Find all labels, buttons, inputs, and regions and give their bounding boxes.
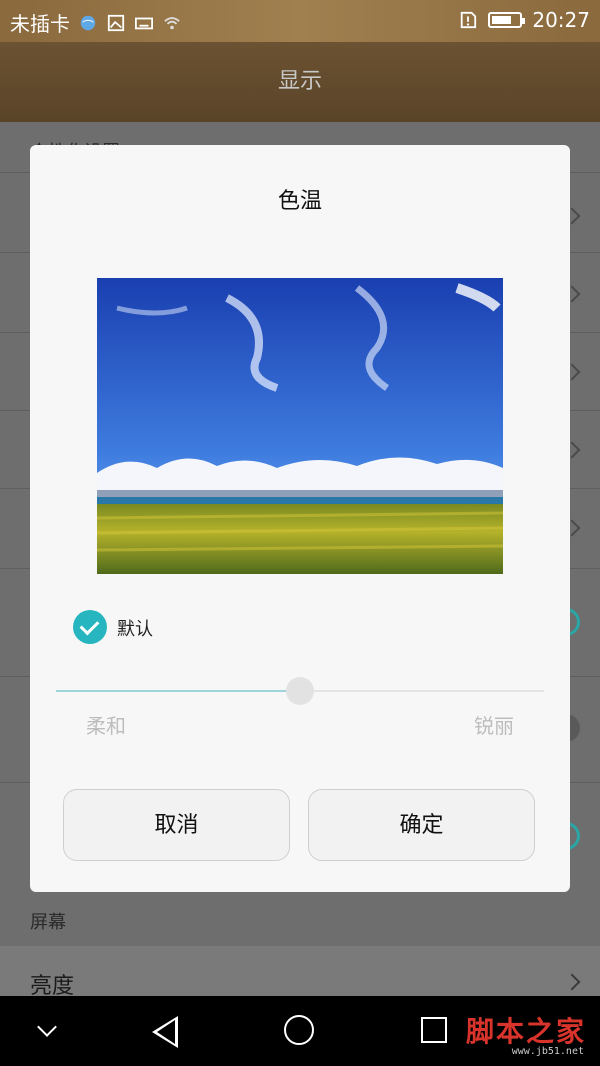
image-icon [107, 14, 125, 31]
slider-thumb[interactable] [286, 677, 314, 705]
color-temperature-dialog: 色温 默认 柔和 锐丽 取消 确定 [30, 145, 570, 892]
cancel-button[interactable]: 取消 [63, 789, 290, 861]
sim-alert-icon [461, 11, 477, 29]
clock: 20:27 [532, 8, 590, 32]
brightness-row[interactable]: 亮度 [0, 946, 600, 999]
default-label: 默认 [117, 619, 153, 640]
globe-icon [80, 15, 96, 30]
soft-label: 柔和 [86, 714, 126, 738]
carrier-text: 未插卡 [10, 12, 70, 36]
slider-fill [56, 690, 300, 692]
confirm-button[interactable]: 确定 [308, 789, 535, 861]
wifi-icon [164, 16, 180, 29]
watermark-logo: 脚本之家 [465, 1015, 586, 1048]
section-screen: 屏幕 [30, 912, 66, 933]
keyboard-icon [135, 17, 153, 29]
recents-icon[interactable] [421, 1017, 447, 1043]
page-title: 显示 [277, 69, 322, 94]
battery-icon [488, 12, 526, 28]
app-bar: 显示 [0, 42, 600, 122]
watermark-url: www.jb51.net [511, 1046, 584, 1057]
preview-image [97, 278, 503, 574]
default-checkbox[interactable] [73, 610, 107, 644]
sharp-label: 锐丽 [474, 714, 514, 738]
hide-nav-icon[interactable] [37, 1017, 57, 1037]
status-bar: 未插卡 20:27 [0, 0, 600, 42]
dialog-title: 色温 [277, 189, 322, 214]
chevron-right-icon [563, 973, 581, 991]
color-temperature-slider[interactable] [56, 677, 544, 705]
home-icon[interactable] [284, 1015, 314, 1045]
back-icon-inner [157, 1020, 175, 1044]
